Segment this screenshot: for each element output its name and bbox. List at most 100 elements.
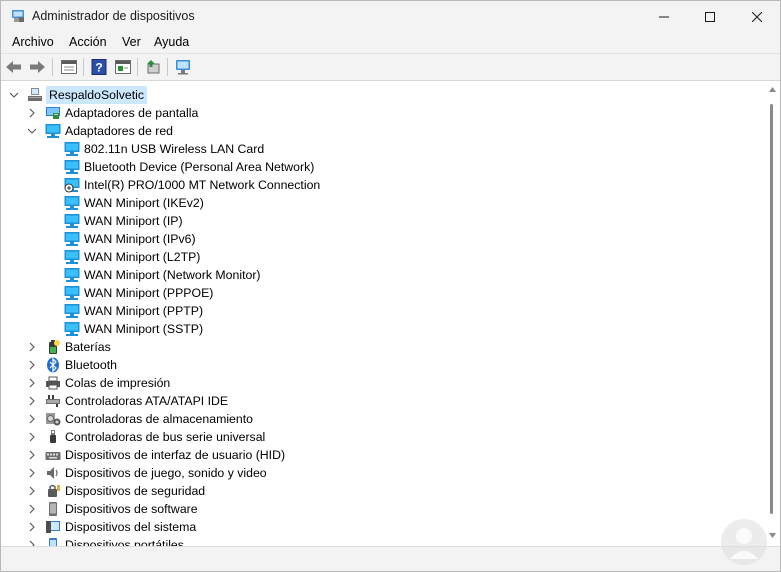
chevron-right-icon[interactable] xyxy=(27,432,37,442)
menu-archivo[interactable]: Archivo xyxy=(11,35,55,49)
chevron-right-icon[interactable] xyxy=(27,108,37,118)
tree-item-label: Dispositivos del sistema xyxy=(65,520,197,534)
tree-device[interactable]: WAN Miniport (PPTP) xyxy=(64,302,203,320)
printer-icon xyxy=(45,375,61,391)
chevron-right-icon[interactable] xyxy=(27,378,37,388)
tree-item-label: Bluetooth Device (Personal Area Network) xyxy=(84,160,315,174)
battery-icon xyxy=(45,339,61,355)
tree-category[interactable]: Dispositivos de juego, sonido y video xyxy=(29,464,267,482)
tree-item-label: WAN Miniport (IP) xyxy=(84,214,183,228)
network-adapter-icon xyxy=(64,159,80,175)
tree-category[interactable]: Dispositivos de seguridad xyxy=(29,482,206,500)
chevron-right-icon[interactable] xyxy=(27,522,37,532)
scroll-up-icon xyxy=(769,87,776,92)
tree-item-label: Dispositivos de seguridad xyxy=(65,484,206,498)
menu-bar: Archivo Acción Ver Ayuda xyxy=(1,32,780,54)
tree-item-label: WAN Miniport (PPTP) xyxy=(84,304,204,318)
tree-device[interactable]: WAN Miniport (IKEv2) xyxy=(64,194,204,212)
close-button[interactable] xyxy=(734,1,780,32)
tree-category[interactable]: Colas de impresión xyxy=(29,374,171,392)
chevron-right-icon[interactable] xyxy=(27,342,37,352)
tree-device[interactable]: WAN Miniport (PPPOE) xyxy=(64,284,213,302)
network-adapter-icon xyxy=(64,285,80,301)
chevron-right-icon[interactable] xyxy=(27,360,37,370)
tree-category[interactable]: Controladoras de almacenamiento xyxy=(29,410,253,428)
vertical-scrollbar[interactable] xyxy=(765,81,780,546)
tree-device[interactable]: 802.11n USB Wireless LAN Card xyxy=(64,140,264,158)
tree-category[interactable]: Dispositivos portátiles xyxy=(29,536,184,546)
tree-item-label: Colas de impresión xyxy=(65,376,171,390)
tree-item-label: Baterías xyxy=(65,340,111,354)
tree-device[interactable]: WAN Miniport (SSTP) xyxy=(64,320,203,338)
maximize-icon xyxy=(705,11,715,22)
tree-category[interactable]: Bluetooth xyxy=(29,356,117,374)
status-bar xyxy=(1,546,780,571)
toolbar-separator xyxy=(137,58,138,76)
title-bar[interactable]: Administrador de dispositivos xyxy=(1,1,780,32)
svg-text:?: ? xyxy=(95,61,102,75)
system-device-icon xyxy=(45,519,61,535)
scrollbar-thumb[interactable] xyxy=(770,104,773,514)
tree-item-label: Controladoras de bus serie universal xyxy=(65,430,266,444)
network-adapter-icon xyxy=(64,231,80,247)
chevron-right-icon[interactable] xyxy=(27,396,37,406)
tree-item-label: Intel(R) PRO/1000 MT Network Connection xyxy=(84,178,321,192)
tree-root[interactable]: RespaldoSolvetic xyxy=(9,86,148,104)
help-icon[interactable]: ? xyxy=(89,57,109,77)
watermark-logo xyxy=(721,519,767,565)
tree-root-label: RespaldoSolvetic xyxy=(46,86,148,104)
tree-category[interactable]: Adaptadores de red xyxy=(27,122,173,140)
chevron-right-icon[interactable] xyxy=(27,450,37,460)
computer-icon xyxy=(27,87,43,103)
tree-item-label: Controladoras ATA/ATAPI IDE xyxy=(65,394,229,408)
tree-category[interactable]: Adaptadores de pantalla xyxy=(29,104,198,122)
tree-category[interactable]: Controladoras de bus serie universal xyxy=(29,428,266,446)
update-driver-icon[interactable] xyxy=(143,57,163,77)
chevron-down-icon[interactable] xyxy=(27,126,37,136)
tree-category[interactable]: Dispositivos de interfaz de usuario (HID… xyxy=(29,446,285,464)
chevron-right-icon[interactable] xyxy=(27,486,37,496)
scan-hardware-icon[interactable] xyxy=(174,57,194,77)
tree-item-label: WAN Miniport (IKEv2) xyxy=(84,196,204,210)
portable-device-icon xyxy=(45,537,61,546)
network-adapter-icon xyxy=(64,249,80,265)
network-adapter-icon xyxy=(64,213,80,229)
tree-item-label: Bluetooth xyxy=(65,358,117,372)
tree-item-label: WAN Miniport (Network Monitor) xyxy=(84,268,261,282)
toolbar-separator xyxy=(167,58,168,76)
network-adapter-icon xyxy=(64,195,80,211)
tree-device[interactable]: Intel(R) PRO/1000 MT Network Connection xyxy=(64,176,320,194)
forward-icon[interactable] xyxy=(27,57,47,77)
tree-device[interactable]: WAN Miniport (L2TP) xyxy=(64,248,200,266)
chevron-right-icon[interactable] xyxy=(27,414,37,424)
chevron-down-icon[interactable] xyxy=(9,90,19,100)
device-manager-icon xyxy=(10,8,26,24)
tree-device[interactable]: WAN Miniport (Network Monitor) xyxy=(64,266,261,284)
tree-category[interactable]: Baterías xyxy=(29,338,111,356)
tree-device[interactable]: WAN Miniport (IP) xyxy=(64,212,183,230)
tree-device[interactable]: Bluetooth Device (Personal Area Network) xyxy=(64,158,314,176)
network-adapter-icon xyxy=(45,123,61,139)
back-icon[interactable] xyxy=(4,57,24,77)
tree-category[interactable]: Dispositivos de software xyxy=(29,500,198,518)
network-adapter-warn-icon xyxy=(64,177,80,193)
show-hidden-icon[interactable] xyxy=(113,57,133,77)
close-icon xyxy=(752,11,762,22)
tree-category[interactable]: Dispositivos del sistema xyxy=(29,518,197,536)
minimize-button[interactable] xyxy=(641,1,687,32)
chevron-right-icon[interactable] xyxy=(27,468,37,478)
tree-category[interactable]: Controladoras ATA/ATAPI IDE xyxy=(29,392,229,410)
software-device-icon xyxy=(45,501,61,517)
device-tree[interactable]: RespaldoSolvetic Adaptadores de pantalla A… xyxy=(1,81,765,546)
hid-icon xyxy=(45,447,61,463)
menu-accion[interactable]: Acción xyxy=(68,35,108,49)
properties-icon[interactable] xyxy=(59,57,79,77)
tree-device[interactable]: WAN Miniport (IPv6) xyxy=(64,230,196,248)
chevron-right-icon[interactable] xyxy=(27,504,37,514)
usb-icon xyxy=(45,429,61,445)
menu-ver[interactable]: Ver xyxy=(121,35,142,49)
maximize-button[interactable] xyxy=(687,1,733,32)
menu-ayuda[interactable]: Ayuda xyxy=(153,35,190,49)
tree-item-label: WAN Miniport (L2TP) xyxy=(84,250,201,264)
tree-item-label: Dispositivos de juego, sonido y video xyxy=(65,466,267,480)
